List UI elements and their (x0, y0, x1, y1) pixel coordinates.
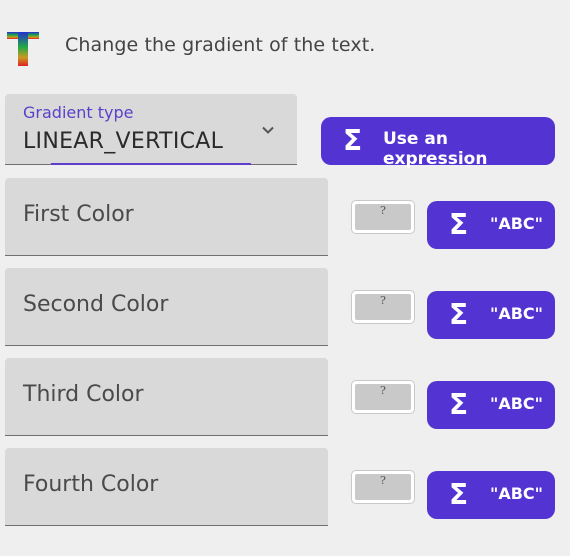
sigma-icon: Σ (449, 298, 469, 331)
fourth-color-swatch[interactable]: ? (351, 470, 415, 504)
sigma-icon: Σ (449, 388, 469, 421)
abc-label: "ABC" (490, 484, 543, 503)
sigma-icon: Σ (449, 208, 469, 241)
header: Change the gradient of the text. (0, 0, 570, 90)
second-color-label: Second Color (23, 292, 169, 317)
use-expression-button[interactable]: Σ Use an expression (321, 117, 555, 169)
use-expression-label: Use an expression (383, 129, 488, 169)
third-color-text-button[interactable]: Σ "ABC" (427, 381, 555, 429)
third-color-label: Third Color (23, 382, 144, 407)
gradient-type-value: LINEAR_VERTICAL (23, 129, 224, 154)
sigma-icon: Σ (449, 478, 469, 511)
first-color-swatch[interactable]: ? (351, 200, 415, 234)
swatch-placeholder: ? (355, 474, 411, 500)
gradient-type-caption: Gradient type (23, 103, 134, 122)
abc-label: "ABC" (490, 394, 543, 413)
second-color-field[interactable]: Second Color (5, 268, 328, 346)
first-color-field[interactable]: First Color (5, 178, 328, 256)
swatch-placeholder: ? (355, 384, 411, 410)
first-color-text-button[interactable]: Σ "ABC" (427, 201, 555, 249)
fourth-color-text-button[interactable]: Σ "ABC" (427, 471, 555, 519)
third-color-field[interactable]: Third Color (5, 358, 328, 436)
gradient-text-icon (7, 32, 39, 66)
gradient-type-select[interactable]: Gradient type LINEAR_VERTICAL (5, 94, 297, 165)
select-focus-underline (51, 163, 251, 165)
second-color-swatch[interactable]: ? (351, 290, 415, 324)
swatch-placeholder: ? (355, 204, 411, 230)
first-color-label: First Color (23, 202, 134, 227)
sigma-icon: Σ (343, 124, 363, 157)
swatch-placeholder: ? (355, 294, 411, 320)
abc-label: "ABC" (490, 304, 543, 323)
header-description: Change the gradient of the text. (65, 34, 376, 56)
second-color-text-button[interactable]: Σ "ABC" (427, 291, 555, 339)
fourth-color-field[interactable]: Fourth Color (5, 448, 328, 526)
chevron-down-icon[interactable] (262, 124, 274, 136)
fourth-color-label: Fourth Color (23, 472, 159, 497)
abc-label: "ABC" (490, 214, 543, 233)
third-color-swatch[interactable]: ? (351, 380, 415, 414)
